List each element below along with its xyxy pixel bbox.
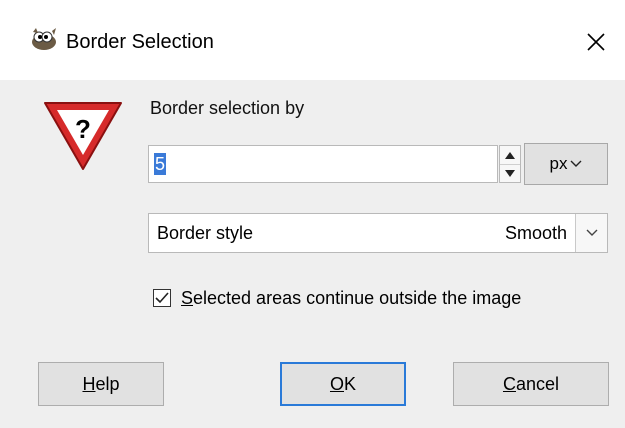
- border-style-combo[interactable]: Border style Smooth: [148, 213, 608, 253]
- cancel-accel: C: [502, 373, 516, 394]
- border-style-label: Border style: [157, 223, 254, 243]
- title-bar: Border Selection: [0, 0, 625, 80]
- continue-outside-option[interactable]: Selected areas continue outside the imag…: [153, 286, 521, 310]
- close-button[interactable]: [576, 22, 616, 62]
- help-button[interactable]: Help: [38, 362, 164, 406]
- checkmark-icon: [155, 292, 169, 304]
- unit-dropdown[interactable]: px: [524, 143, 608, 185]
- gimp-wilber-icon: [32, 28, 56, 50]
- window-title: Border Selection: [66, 31, 214, 53]
- continue-outside-accel: S: [181, 288, 194, 308]
- cancel-button[interactable]: Cancel: [453, 362, 609, 406]
- border-style-value: Smooth: [504, 223, 567, 243]
- border-size-value: 5: [154, 153, 167, 175]
- spin-up-button[interactable]: [500, 146, 520, 165]
- border-style-dropdown-button[interactable]: [575, 214, 607, 252]
- close-icon: [587, 33, 605, 51]
- border-size-input[interactable]: 5: [148, 145, 498, 183]
- spin-down-button[interactable]: [500, 164, 520, 182]
- ok-button[interactable]: OK: [280, 362, 406, 406]
- ok-label: K: [344, 373, 357, 394]
- cancel-label: ancel: [515, 373, 560, 394]
- continue-outside-checkbox[interactable]: [153, 289, 171, 307]
- chevron-down-icon: [586, 229, 597, 236]
- triangle-down-icon: [505, 169, 515, 177]
- question-warning-icon: ?: [44, 102, 122, 170]
- triangle-up-icon: [505, 151, 515, 159]
- chevron-down-icon: [570, 160, 582, 167]
- continue-outside-label: Selected areas continue outside the imag…: [181, 287, 521, 309]
- ok-accel: O: [329, 373, 344, 394]
- svg-text:?: ?: [75, 114, 91, 144]
- help-accel: H: [82, 373, 96, 394]
- border-size-stepper[interactable]: [499, 145, 521, 183]
- help-label: elp: [95, 373, 120, 394]
- unit-value: px: [549, 154, 568, 173]
- continue-outside-text: elected areas continue outside the image: [193, 288, 522, 308]
- border-selection-label: Border selection by: [150, 98, 305, 118]
